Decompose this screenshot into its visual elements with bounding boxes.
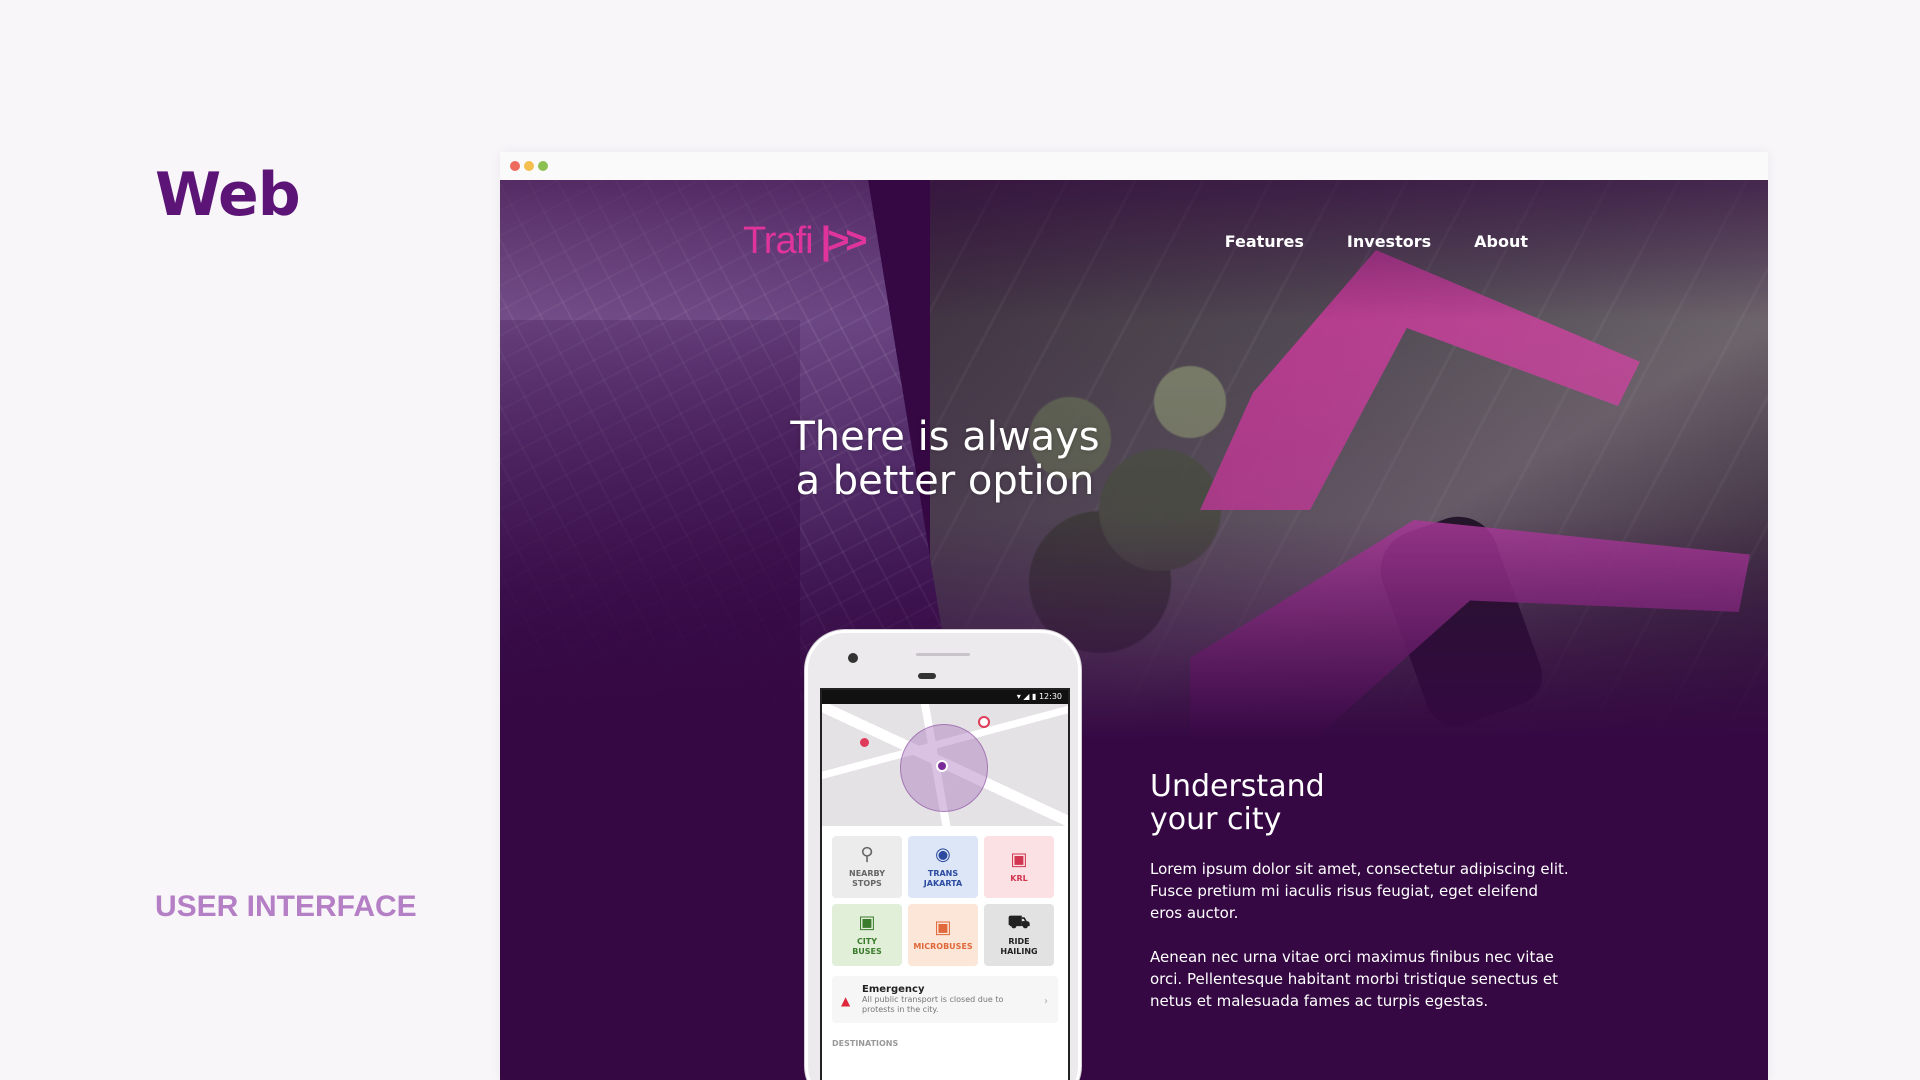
transport-tiles: ⚲ NEARBY STOPS ◉ TRANS JAKARTA ▣ KRL ▣ C… [822, 826, 1068, 966]
tile-label: MICROBUSES [913, 942, 973, 951]
bus-icon: ▣ [858, 912, 876, 933]
nav-about[interactable]: About [1474, 232, 1528, 251]
body-paragraph-1: Lorem ipsum dolor sit amet, consectetur … [1150, 860, 1569, 922]
map-station-pin-icon[interactable] [978, 716, 990, 728]
tile-label: TRANS [927, 869, 959, 878]
section-heading: Understand your city [1150, 770, 1570, 836]
trafi-logo[interactable]: Trafi |>> [743, 220, 868, 263]
close-window-dot[interactable] [510, 161, 520, 171]
emergency-alert[interactable]: ▲ Emergency All public transport is clos… [832, 976, 1058, 1023]
body-paragraph-2: Aenean nec urna vitae orci maximus finib… [1150, 948, 1558, 1010]
pin-icon: ⚲ [860, 844, 874, 865]
alert-body: All public transport is closed due to pr… [862, 995, 1004, 1014]
maximize-window-dot[interactable] [538, 161, 548, 171]
tile-label: JAKARTA [923, 879, 963, 888]
logo-mark-icon: |>> [820, 220, 868, 262]
chevron-right-icon: › [1044, 996, 1048, 1007]
phone-camera [848, 653, 858, 663]
tile-ride-hailing[interactable]: ⛟ RIDE HAILING [984, 904, 1054, 966]
phone-screen: ▾ ◢ ▮ 12:30 ⚲ NEARBY STOPS ◉ TRANS JAKAR… [820, 688, 1070, 1080]
section-heading-line1: Understand [1150, 769, 1325, 804]
car-icon: ⛟ [1007, 912, 1031, 933]
section-heading-line2: your city [1150, 802, 1282, 837]
logo-text: Trafi [743, 220, 814, 262]
main-nav: Features Investors About [1225, 232, 1528, 251]
nav-features[interactable]: Features [1225, 232, 1304, 251]
tile-label: HAILING [1000, 947, 1038, 956]
tile-nearby-stops[interactable]: ⚲ NEARBY STOPS [832, 836, 902, 898]
website-viewport: Trafi |>> Features Investors About There… [500, 180, 1768, 1080]
tile-label: CITY [856, 937, 878, 946]
nav-investors[interactable]: Investors [1347, 232, 1431, 251]
browser-title-bar [500, 152, 1768, 180]
tile-microbuses[interactable]: ▣ MICROBUSES [908, 904, 978, 966]
tile-krl[interactable]: ▣ KRL [984, 836, 1054, 898]
hero-headline-line2: a better option [795, 458, 1095, 504]
map-view[interactable] [822, 704, 1068, 826]
transjakarta-icon: ◉ [935, 844, 951, 865]
phone-grille [916, 653, 970, 656]
phone-mockup: ▾ ◢ ▮ 12:30 ⚲ NEARBY STOPS ◉ TRANS JAKAR… [805, 630, 1081, 1080]
status-bar: ▾ ◢ ▮ 12:30 [822, 690, 1068, 704]
alert-title: Emergency [862, 984, 925, 995]
tile-label: NEARBY [849, 869, 885, 878]
section-title: Web [155, 160, 301, 230]
battery-icon: ▾ ◢ ▮ [1016, 692, 1039, 701]
map-stop-pin-icon[interactable] [860, 738, 869, 747]
section-caption: USER INTERFACE [155, 890, 417, 923]
destinations-label: DESTINATIONS [832, 1039, 899, 1048]
tile-city-buses[interactable]: ▣ CITY BUSES [832, 904, 902, 966]
tile-label: RIDE [1008, 937, 1030, 946]
hero-headline: There is always a better option [745, 415, 1145, 503]
content-section: Understand your city Lorem ipsum dolor s… [1150, 770, 1570, 1034]
tile-label: BUSES [852, 947, 882, 956]
train-icon: ▣ [1010, 849, 1028, 870]
microbus-icon: ▣ [934, 917, 952, 938]
tile-transjakarta[interactable]: ◉ TRANS JAKARTA [908, 836, 978, 898]
status-time: 12:30 [1038, 692, 1062, 701]
hero-headline-line1: There is always [790, 414, 1100, 460]
current-location-icon [936, 760, 948, 772]
tile-label: STOPS [852, 879, 882, 888]
browser-window: Trafi |>> Features Investors About There… [500, 152, 1768, 1080]
warning-icon: ▲ [841, 994, 851, 1008]
tile-label: KRL [1010, 874, 1028, 883]
phone-speaker [918, 673, 936, 679]
minimize-window-dot[interactable] [524, 161, 534, 171]
